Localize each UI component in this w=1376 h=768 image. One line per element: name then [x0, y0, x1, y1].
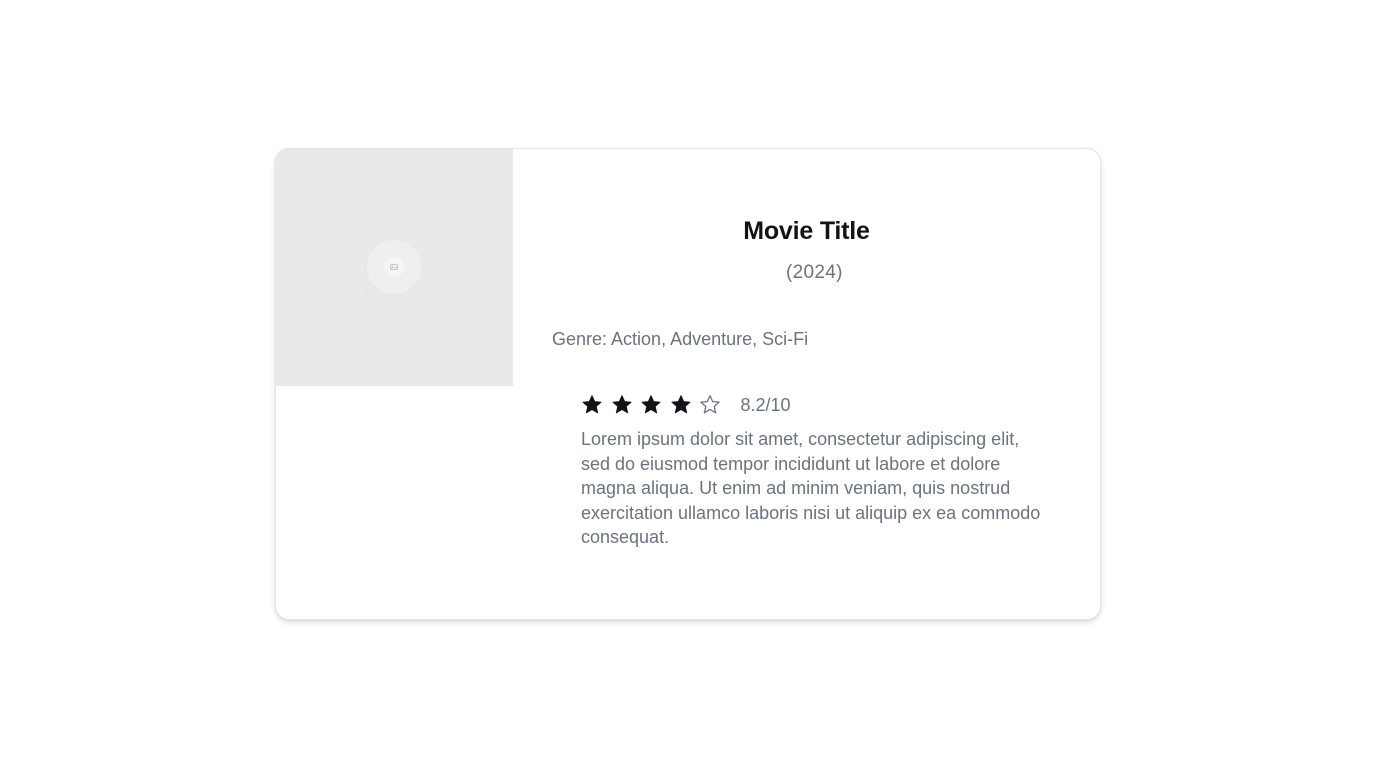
rating-score: 8.2/10: [740, 394, 791, 415]
star-outline-icon: [699, 394, 721, 416]
movie-year: (2024): [786, 262, 843, 283]
page: Movie Title (2024) Genre: Action, Advent…: [0, 0, 1376, 768]
star-filled-icon: [611, 394, 633, 416]
star-filled-icon: [670, 394, 692, 416]
movie-poster-placeholder: [276, 149, 513, 386]
image-placeholder-icon: [361, 234, 427, 300]
movie-genre: Genre: Action, Adventure, Sci-Fi: [552, 329, 809, 349]
movie-title: Movie Title: [743, 217, 870, 245]
star-filled-icon: [581, 394, 603, 416]
star-filled-icon: [640, 394, 662, 416]
movie-card: Movie Title (2024) Genre: Action, Advent…: [275, 148, 1101, 620]
movie-rating: 8.2/10: [581, 393, 791, 417]
movie-description: Lorem ipsum dolor sit amet, consectetur …: [581, 429, 1041, 548]
